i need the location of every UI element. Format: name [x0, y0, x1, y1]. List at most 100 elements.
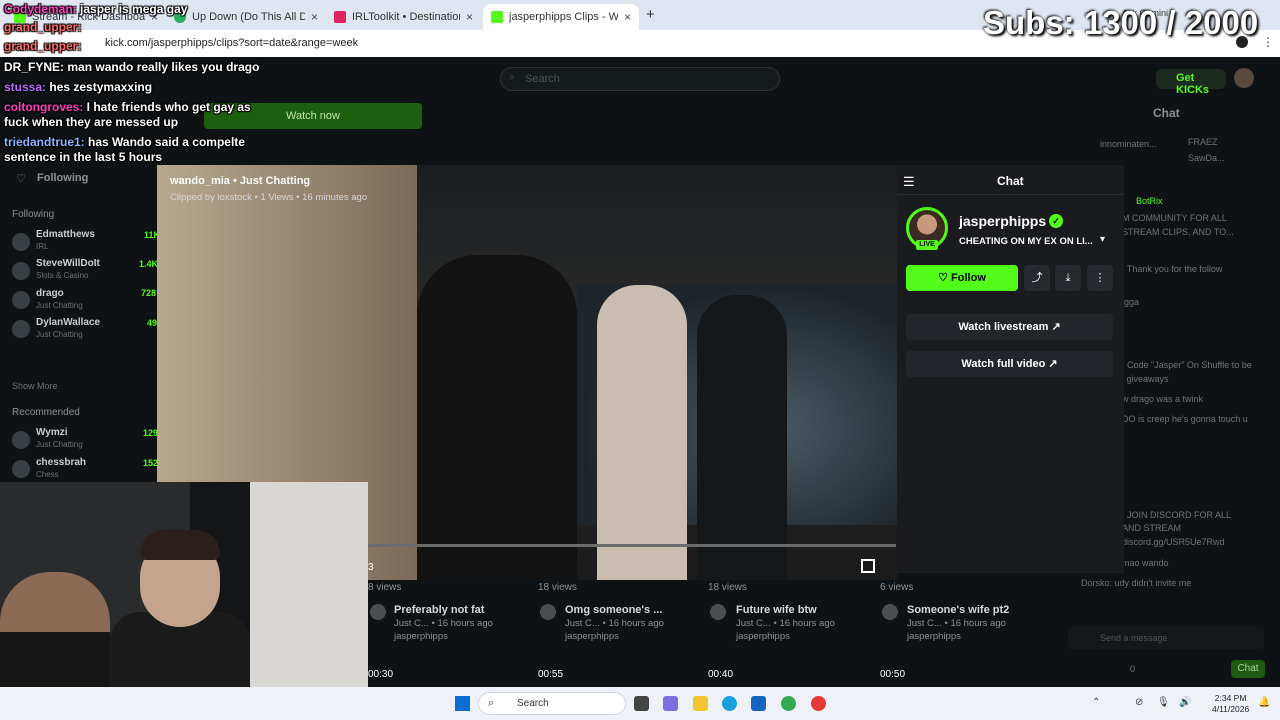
sidebar-recommended-heading: Recommended	[12, 407, 80, 418]
kicks-balance: 0	[1130, 664, 1136, 674]
overlay-chat-line: Codydeman: jasper is mega gay	[4, 2, 187, 16]
overlay-chat-line: fuck when they are messed up	[4, 115, 178, 129]
sidebar-following-heading: Following	[12, 209, 55, 220]
sidebar-channel-category: Just Chatting	[36, 301, 83, 310]
irltoolkit-favicon-icon	[334, 11, 346, 23]
clip-title[interactable]: Omg someone's ...	[565, 604, 662, 616]
sidebar-channel-category: Just Chatting	[36, 440, 83, 449]
volume-icon[interactable]: 🔊	[1179, 697, 1191, 708]
external-link-icon: ↗	[1051, 321, 1061, 333]
chevron-up-icon[interactable]: ⌃	[1092, 697, 1100, 708]
tab-title: jasperphipps Clips - Watch	[509, 11, 618, 23]
clip-title[interactable]: Preferably not fat	[394, 604, 484, 616]
clip-channel[interactable]: jasperphipps	[736, 631, 790, 642]
taskbar-clock[interactable]: 2:34 PM 4/11/2026	[1212, 693, 1249, 715]
clip-channel[interactable]: jasperphipps	[907, 631, 961, 642]
verified-icon: ✓	[1049, 214, 1063, 228]
kick-favicon-icon	[491, 11, 503, 23]
clock-date: 4/11/2026	[1212, 704, 1250, 714]
menu-dots-icon[interactable]: ⋮	[1262, 35, 1274, 49]
file-explorer-icon[interactable]	[693, 696, 708, 711]
clip-channel[interactable]: jasperphipps	[565, 631, 619, 642]
subs-goal-counter: Subs: 1300 / 2000	[983, 4, 1259, 41]
watch-livestream-button[interactable]: Watch livestream ↗	[906, 314, 1113, 340]
get-kicks-button[interactable]: Get KICKs	[1156, 69, 1226, 96]
close-tab-icon[interactable]: ×	[624, 10, 631, 24]
chat-message: igga	[1122, 297, 1140, 307]
tab-irltoolkit[interactable]: IRLToolkit • Destinations ×	[326, 4, 481, 30]
sidebar-channel-name[interactable]: Wymzi	[36, 427, 68, 438]
avatar	[370, 604, 386, 620]
watch-full-video-button[interactable]: Watch full video ↗	[906, 351, 1113, 377]
chat-text: fuck when they are messed up	[4, 115, 179, 129]
video-frame-person	[597, 285, 687, 580]
chat-message: STREAM CLIPS, AND TO...	[1122, 227, 1234, 237]
viewer-count: 728	[141, 288, 157, 298]
collapse-chat-icon[interactable]: ☰	[903, 174, 915, 190]
copilot-icon[interactable]	[663, 696, 678, 711]
more-options-icon[interactable]: ⋮	[1087, 265, 1113, 291]
show-more-link[interactable]: Show More	[12, 381, 58, 391]
chat-username: grand_upper:	[4, 20, 82, 34]
heart-icon: ♡	[16, 173, 26, 185]
url-text[interactable]: kick.com/jasperphipps/clips?sort=date&ra…	[105, 37, 358, 49]
top-gifter-name: SawDa...	[1188, 153, 1225, 163]
video-frame-person	[417, 255, 577, 580]
clip-views: 18 views	[538, 582, 577, 593]
following-nav[interactable]: Following	[37, 172, 88, 184]
sidebar-channel-category: IRL	[36, 242, 49, 251]
windows-start-icon[interactable]	[455, 696, 470, 711]
task-view-icon[interactable]	[634, 696, 649, 711]
user-avatar[interactable]	[1234, 68, 1254, 88]
clip-channel-category: wando_mia • Just Chatting	[170, 175, 311, 187]
live-badge: LIVE	[916, 240, 938, 250]
video-frame-person	[697, 295, 787, 580]
share-icon[interactable]: ⤴	[1024, 265, 1050, 291]
video-progress-bar[interactable]	[368, 544, 896, 547]
tab-title: Up Down (Do This All Day) (fea	[192, 11, 305, 23]
chat-username: DR_FYNE:	[4, 60, 65, 74]
viewer-count: 129	[143, 428, 159, 438]
chat-message: w drago was a twink	[1122, 394, 1204, 404]
search-input[interactable]: Search	[500, 67, 780, 91]
notification-bell-icon[interactable]: 🔔	[1258, 697, 1270, 708]
microphone-icon[interactable]: 🎙	[1157, 697, 1170, 708]
chat-heading: Chat	[1153, 106, 1180, 120]
sidebar-channel-name[interactable]: Edmatthews	[36, 229, 95, 240]
webcam-person-hair	[140, 530, 220, 560]
chat-text: hes zestymaxxing	[46, 80, 153, 94]
fullscreen-icon[interactable]	[861, 559, 875, 573]
sidebar-channel-name[interactable]: SteveWillDoIt	[36, 258, 100, 269]
chat-message: AND STREAM	[1122, 523, 1182, 533]
obs-icon[interactable]	[811, 696, 826, 711]
avatar	[12, 460, 30, 478]
chevron-down-icon[interactable]: ▾	[1100, 234, 1105, 245]
sidebar-channel-name[interactable]: chessbrah	[36, 457, 86, 468]
taskbar-search[interactable]: Search	[478, 692, 626, 715]
edge-icon[interactable]	[722, 696, 737, 711]
close-tab-icon[interactable]: ×	[311, 10, 318, 24]
channel-name[interactable]: jasperphipps	[959, 213, 1046, 229]
new-tab-button[interactable]: +	[646, 6, 655, 23]
avatar	[710, 604, 726, 620]
follow-button[interactable]: ♡ Follow	[906, 265, 1018, 291]
clip-title[interactable]: Future wife btw	[736, 604, 817, 616]
sidebar-channel-name[interactable]: drago	[36, 288, 64, 299]
network-icon[interactable]: ⊘	[1135, 697, 1143, 708]
clip-channel[interactable]: jasperphipps	[394, 631, 448, 642]
store-icon[interactable]	[751, 696, 766, 711]
clip-title[interactable]: Someone's wife pt2	[907, 604, 1009, 616]
close-tab-icon[interactable]: ×	[466, 10, 473, 24]
chrome-icon[interactable]	[781, 696, 796, 711]
discord-link[interactable]: discord.gg/USR5Ue7Rwd	[1122, 537, 1225, 547]
download-icon[interactable]: ⤓	[1055, 265, 1081, 291]
chat-message: mao wando	[1122, 558, 1169, 568]
top-gifter-name: FRAEZ	[1188, 137, 1218, 147]
chat-text: sentence in the last 5 hours	[4, 150, 163, 164]
tab-youtube[interactable]: Up Down (Do This All Day) (fea ×	[166, 4, 326, 30]
viewer-count: 1.4K	[139, 259, 159, 269]
send-chat-button[interactable]: Chat	[1231, 660, 1265, 678]
send-message-input[interactable]: Send a message	[1068, 627, 1264, 649]
sidebar-channel-name[interactable]: DylanWallace	[36, 317, 100, 328]
tab-jasperphipps-clips[interactable]: jasperphipps Clips - Watch ×	[483, 4, 639, 30]
